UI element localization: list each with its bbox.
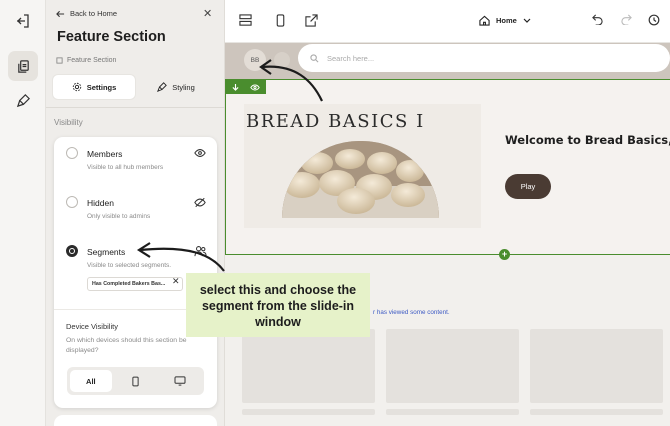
option-desc: Visible to selected segments. [87, 262, 172, 269]
history-icon[interactable] [648, 14, 660, 26]
desktop-icon [174, 376, 186, 386]
tab-styling[interactable]: Styling [135, 75, 217, 99]
search-icon [310, 53, 319, 62]
tab-styling-label: Styling [172, 82, 195, 92]
users-icon [194, 246, 207, 257]
secondary-avatar [274, 52, 290, 68]
section-settings-panel: Back to Home ✕ Feature Section Feature S… [46, 0, 225, 426]
option-title: Hidden [87, 198, 114, 208]
viewed-content-text: r has viewed some content. [373, 309, 450, 316]
device-visibility-title: Device Visibility [66, 322, 118, 331]
section-toolbar [226, 80, 266, 94]
welcome-heading: Welcome to Bread Basics, [505, 133, 670, 147]
back-to-home-link[interactable]: Back to Home [56, 9, 117, 18]
option-desc: Only visible to admins [87, 213, 151, 220]
device-desktop-button[interactable] [159, 370, 201, 392]
avatar[interactable]: BB [244, 49, 266, 71]
divider [46, 107, 225, 108]
left-rail [0, 0, 46, 426]
site-header: BB Search here... [225, 43, 670, 79]
gear-icon [72, 82, 81, 92]
option-title: Members [87, 149, 123, 159]
avatar-initials: BB [250, 56, 260, 64]
play-label: Play [520, 182, 536, 191]
device-all-button[interactable]: All [70, 370, 112, 392]
pages-icon [17, 59, 29, 73]
tab-settings-label: Settings [86, 82, 117, 92]
members-radio[interactable] [66, 147, 78, 159]
eye-off-icon [194, 197, 206, 208]
layout-icon[interactable] [239, 14, 252, 27]
pages-button[interactable] [8, 51, 38, 81]
content-placeholder [530, 329, 663, 403]
panel-title: Feature Section [57, 29, 166, 45]
panel-tabs: Settings Styling [53, 75, 217, 99]
brush-icon [16, 93, 30, 107]
segments-radio[interactable] [66, 245, 78, 257]
content-placeholder [386, 329, 519, 403]
design-button[interactable] [8, 85, 38, 115]
arrow-down-icon[interactable] [232, 83, 239, 91]
brush-icon [157, 82, 168, 92]
page-select-label: Home [496, 16, 517, 25]
section-type-label: Feature Section [67, 57, 117, 64]
undo-icon[interactable] [592, 14, 603, 25]
page-canvas: BB Search here... BREAD BASICS I Welcome… [225, 43, 670, 426]
content-placeholder [530, 409, 663, 415]
device-visibility-desc: On which devices should this section be … [66, 337, 187, 355]
redo-icon[interactable] [621, 14, 632, 25]
eye-icon[interactable] [250, 83, 261, 91]
exit-editor-button[interactable] [8, 6, 38, 36]
page-select[interactable]: Home [479, 15, 531, 26]
phone-icon [132, 376, 139, 386]
hero-title: BREAD BASICS I [246, 111, 425, 132]
home-icon [479, 15, 490, 26]
play-button[interactable]: Play [505, 174, 551, 199]
content-placeholder [242, 329, 375, 403]
remove-segment-icon[interactable]: ✕ [172, 276, 180, 287]
segment-chip-label: Has Completed Bakers Bas... [92, 281, 166, 287]
section-icon [56, 57, 63, 64]
search-placeholder: Search here... [327, 53, 375, 63]
eye-icon [194, 149, 206, 157]
tab-settings[interactable]: Settings [53, 75, 135, 99]
external-link-icon[interactable] [305, 14, 318, 27]
segment-chip[interactable]: Has Completed Bakers Bas... [87, 277, 183, 291]
feature-section[interactable]: BREAD BASICS I Welcome to Bread Basics, [225, 79, 670, 255]
visibility-heading: Visibility [54, 118, 83, 127]
device-all-label: All [86, 376, 96, 386]
content-placeholder [386, 409, 519, 415]
next-card [54, 415, 217, 426]
search-input[interactable]: Search here... [298, 44, 670, 72]
editor-toolbar: Home [225, 0, 670, 43]
chevron-down-icon [523, 18, 531, 23]
annotation-callout: select this and choose the segment from … [186, 273, 370, 337]
device-mobile-button[interactable] [115, 370, 157, 392]
exit-icon [17, 14, 29, 28]
mobile-preview-icon[interactable] [276, 14, 285, 27]
add-section-button[interactable]: + [499, 249, 510, 260]
arrow-left-icon [56, 10, 65, 17]
option-title: Segments [87, 247, 126, 257]
option-desc: Visible to all hub members [87, 164, 164, 171]
device-selector: All [67, 367, 204, 395]
hidden-radio[interactable] [66, 196, 78, 208]
content-placeholder [242, 409, 375, 415]
section-type: Feature Section [56, 57, 116, 64]
back-label: Back to Home [70, 9, 118, 18]
close-icon[interactable]: ✕ [203, 7, 212, 20]
